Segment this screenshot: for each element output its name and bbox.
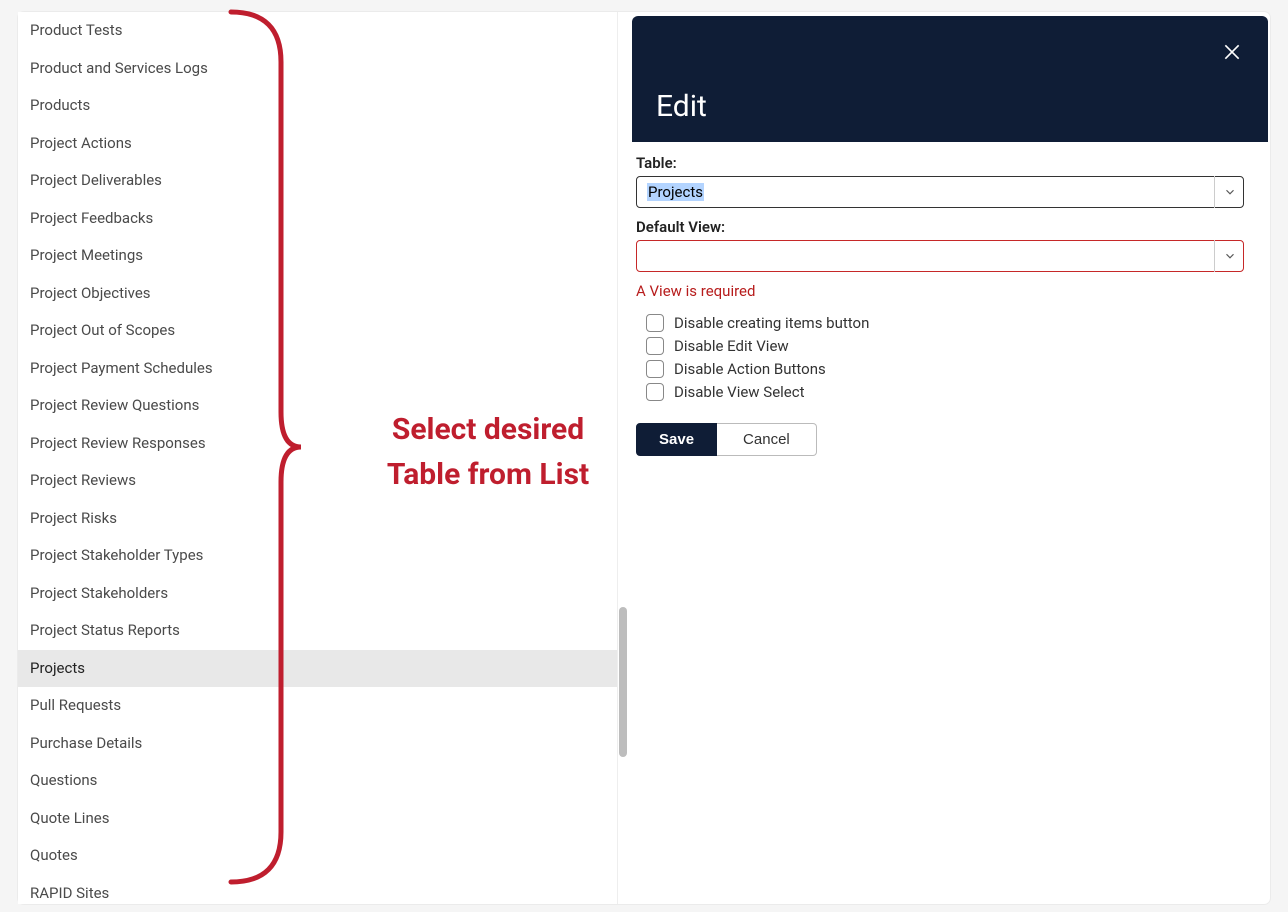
dropdown-item[interactable]: Project Meetings: [18, 237, 617, 275]
dropdown-scroll[interactable]: Product TestsProduct and Services LogsPr…: [18, 12, 617, 904]
dropdown-item[interactable]: Quote Lines: [18, 800, 617, 838]
dropdown-item[interactable]: Project Risks: [18, 500, 617, 538]
dropdown-item[interactable]: Purchase Details: [18, 725, 617, 763]
cancel-button[interactable]: Cancel: [717, 423, 817, 456]
checkbox-label: Disable Action Buttons: [674, 360, 826, 378]
dropdown-item[interactable]: Project Payment Schedules: [18, 350, 617, 388]
table-select-value: Projects: [647, 183, 704, 201]
default-view-error: A View is required: [636, 282, 1244, 300]
save-button[interactable]: Save: [636, 423, 717, 456]
checkbox-label: Disable View Select: [674, 383, 805, 401]
default-view-select-chevron[interactable]: [1214, 240, 1244, 272]
dropdown-item[interactable]: Project Stakeholder Types: [18, 537, 617, 575]
chevron-down-icon: [1223, 249, 1237, 263]
close-button[interactable]: [1218, 38, 1246, 66]
dropdown-item[interactable]: Products: [18, 87, 617, 125]
checkbox-row: Disable View Select: [646, 383, 1244, 401]
default-view-field-label: Default View:: [636, 218, 1244, 236]
panel-header: Edit: [632, 16, 1268, 142]
table-dropdown-list: Product TestsProduct and Services LogsPr…: [18, 12, 618, 904]
action-buttons: Save Cancel: [636, 423, 1244, 456]
dropdown-item[interactable]: Questions: [18, 762, 617, 800]
edit-panel: Edit Table: Projects Default View:: [632, 16, 1268, 900]
dropdown-item[interactable]: Project Out of Scopes: [18, 312, 617, 350]
table-select[interactable]: Projects: [636, 176, 1244, 208]
dropdown-item[interactable]: Project Reviews: [18, 462, 617, 500]
dropdown-item[interactable]: RAPID Sites: [18, 875, 617, 905]
dropdown-item[interactable]: Pull Requests: [18, 687, 617, 725]
checkbox-row: Disable Edit View: [646, 337, 1244, 355]
dropdown-item[interactable]: Project Feedbacks: [18, 200, 617, 238]
default-view-select[interactable]: [636, 240, 1244, 272]
checkbox-row: Disable creating items button: [646, 314, 1244, 332]
dropdown-item[interactable]: Product and Services Logs: [18, 50, 617, 88]
dropdown-item[interactable]: Product Tests: [18, 12, 617, 50]
dropdown-item[interactable]: Projects: [18, 650, 617, 688]
checkbox[interactable]: [646, 383, 664, 401]
checkbox-row: Disable Action Buttons: [646, 360, 1244, 378]
chevron-down-icon: [1223, 185, 1237, 199]
dropdown-item[interactable]: Project Review Responses: [18, 425, 617, 463]
dropdown-item[interactable]: Project Review Questions: [18, 387, 617, 425]
dropdown-item[interactable]: Project Stakeholders: [18, 575, 617, 613]
dropdown-item[interactable]: Project Deliverables: [18, 162, 617, 200]
panel-body: Table: Projects Default View: A View is …: [632, 142, 1268, 480]
panel-title: Edit: [656, 89, 707, 124]
checkbox[interactable]: [646, 360, 664, 378]
table-select-chevron[interactable]: [1214, 176, 1244, 208]
scrollbar-thumb-icon[interactable]: [619, 607, 627, 757]
checkbox[interactable]: [646, 337, 664, 355]
dropdown-item[interactable]: Project Objectives: [18, 275, 617, 313]
checkbox-label: Disable Edit View: [674, 337, 789, 355]
dropdown-item[interactable]: Project Status Reports: [18, 612, 617, 650]
app-root: Product TestsProduct and Services LogsPr…: [18, 12, 1270, 904]
close-icon: [1222, 42, 1242, 62]
checkbox-label: Disable creating items button: [674, 314, 869, 332]
dropdown-item[interactable]: Quotes: [18, 837, 617, 875]
table-field-label: Table:: [636, 154, 1244, 172]
checkbox-group: Disable creating items button Disable Edi…: [646, 314, 1244, 401]
dropdown-item[interactable]: Project Actions: [18, 125, 617, 163]
checkbox[interactable]: [646, 314, 664, 332]
